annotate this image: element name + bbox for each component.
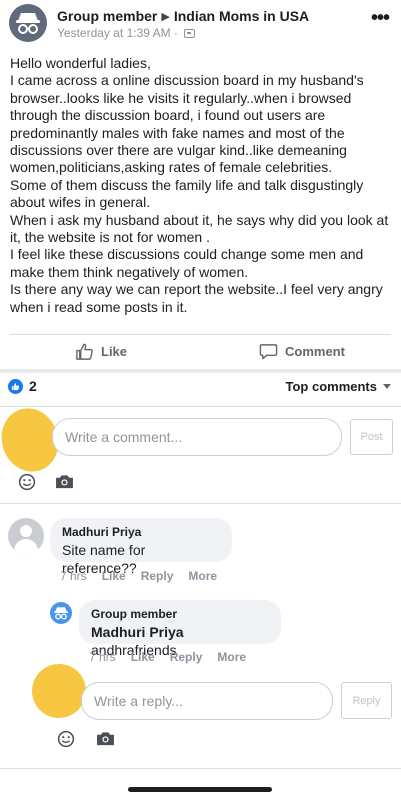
- comment-sort-dropdown[interactable]: Top comments: [285, 379, 391, 394]
- comment-reply-link[interactable]: Reply: [141, 569, 174, 583]
- emoji-icon[interactable]: [57, 730, 75, 748]
- comment-placeholder: Write a comment...: [65, 429, 183, 445]
- reaction-summary[interactable]: 2: [8, 378, 37, 394]
- divider: [0, 503, 401, 504]
- divider: [10, 334, 391, 335]
- caret-down-icon: [383, 384, 391, 389]
- post-header: Group member ▶ Indian Moms in USA Yesterda…: [0, 0, 401, 50]
- comment-more-link[interactable]: More: [188, 569, 217, 583]
- anonymous-icon: [54, 607, 68, 620]
- post-timestamp[interactable]: Yesterday at 1:39 AM: [57, 26, 171, 40]
- emoji-icon[interactable]: [18, 473, 36, 491]
- post-author[interactable]: Group member: [57, 8, 157, 24]
- comment-button[interactable]: Comment: [259, 342, 345, 361]
- thumbs-up-icon: [76, 343, 93, 360]
- reply-more-link[interactable]: More: [217, 650, 246, 664]
- reply-author[interactable]: Group member: [91, 607, 269, 621]
- camera-icon[interactable]: [55, 474, 74, 489]
- like-label: Like: [101, 344, 128, 359]
- post-line: I came across a online discussion board …: [10, 72, 364, 176]
- group-name[interactable]: Indian Moms in USA: [174, 8, 309, 24]
- reply-time: 7 hrs: [89, 650, 116, 664]
- comment-actions: 7 hrs Like Reply More: [60, 569, 217, 583]
- comment-input[interactable]: Write a comment...: [52, 418, 342, 456]
- comment-bubble: Madhuri Priya Site name for reference??: [50, 518, 232, 576]
- anonymous-icon: [16, 13, 40, 34]
- reply-submit-label: Reply: [352, 694, 381, 707]
- anonymous-avatar[interactable]: [9, 4, 47, 42]
- reply-placeholder: Write a reply...: [94, 693, 183, 709]
- comment-label: Comment: [285, 344, 345, 359]
- reply-like-link[interactable]: Like: [131, 650, 155, 664]
- divider: [0, 768, 401, 769]
- post-title-line: Group member ▶ Indian Moms in USA: [57, 8, 309, 24]
- sort-label: Top comments: [285, 379, 378, 394]
- reply-input[interactable]: Write a reply...: [81, 682, 333, 720]
- post-action-bar: Like Comment: [0, 336, 401, 370]
- like-reaction-icon: [8, 378, 23, 394]
- reply-mention[interactable]: Madhuri Priya: [91, 624, 184, 640]
- reply-bubble: Group member Madhuri Priya andhrafriends: [79, 600, 281, 658]
- group-privacy-icon: [184, 29, 196, 38]
- section-separator: [0, 369, 401, 373]
- comment-time: 7 hrs: [60, 569, 87, 583]
- post-line: When i ask my husband about it, he says …: [10, 211, 389, 246]
- post-button-label: Post: [360, 431, 383, 443]
- comment-icon: [259, 344, 278, 360]
- meta-separator: ·: [173, 26, 178, 40]
- post-line: Is there any way we can report the websi…: [10, 281, 383, 315]
- reply-avatar[interactable]: [50, 602, 72, 624]
- post-meta: Yesterday at 1:39 AM ·: [57, 26, 196, 40]
- reply-reply-link[interactable]: Reply: [170, 650, 203, 664]
- reply-actions: 7 hrs Like Reply More: [89, 650, 246, 664]
- post-line: Some of them discuss the family life and…: [10, 176, 364, 211]
- comment-author[interactable]: Madhuri Priya: [62, 525, 220, 539]
- post-line: I feel like these discussions could chan…: [10, 246, 364, 280]
- post-body: Hello wonderful ladies, I came across a …: [10, 55, 394, 316]
- post-line: Hello wonderful ladies,: [10, 55, 151, 71]
- arrow-right-icon: ▶: [161, 11, 170, 23]
- home-indicator[interactable]: [128, 787, 272, 792]
- reply-submit-button[interactable]: Reply: [341, 682, 392, 719]
- camera-icon[interactable]: [96, 731, 115, 746]
- post-button[interactable]: Post: [350, 419, 393, 455]
- like-button[interactable]: Like: [75, 342, 127, 361]
- commenter-avatar[interactable]: [8, 518, 44, 554]
- divider: [0, 406, 401, 407]
- comment-like-link[interactable]: Like: [102, 569, 126, 583]
- more-options-icon[interactable]: •••: [371, 7, 390, 30]
- reaction-count: 2: [29, 378, 37, 394]
